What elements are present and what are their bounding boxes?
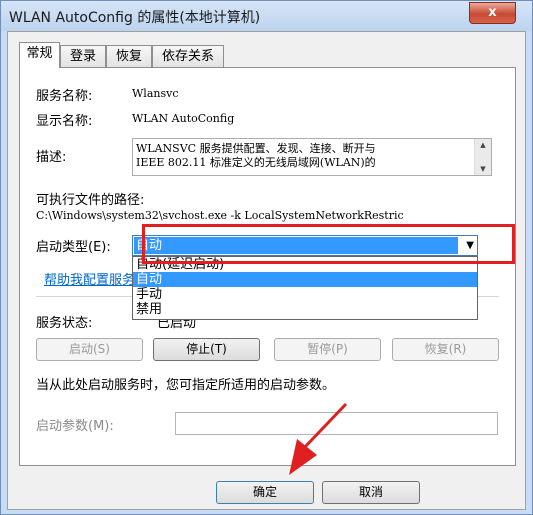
startup-type-label: 启动类型(E): [36, 240, 111, 255]
option-disabled[interactable]: 禁用 [133, 302, 477, 317]
highlight-box [142, 224, 515, 264]
exe-path-label: 可执行文件的路径: [36, 193, 145, 208]
startup-type-dropdown: 自动(延迟启动) 自动 手动 禁用 [132, 256, 478, 320]
window-title: WLAN AutoConfig 的属性(本地计算机) [9, 10, 261, 26]
service-status-label: 服务状态: [36, 316, 93, 331]
resume-button[interactable]: 恢复(R) [392, 338, 499, 361]
display-name-value: WLAN AutoConfig [132, 112, 235, 125]
tab-dependencies[interactable]: 依存关系 [152, 45, 224, 67]
option-manual[interactable]: 手动 [133, 287, 477, 302]
tab-general[interactable]: 常规 [19, 42, 60, 68]
ok-button[interactable]: 确定 [216, 481, 314, 504]
scroll-up-icon[interactable]: ▲ [475, 139, 491, 151]
startup-param-hint: 当从此处启动服务时，您可指定所适用的启动参数。 [36, 378, 336, 393]
startup-param-label: 启动参数(M): [36, 419, 114, 434]
exe-path-value: C:\Windows\system32\svchost.exe -k Local… [36, 209, 404, 222]
description-scrollbar[interactable]: ▲ ▼ [474, 139, 491, 175]
description-box[interactable]: WLANSVC 服务提供配置、发现、连接、断开与 IEEE 802.11 标准定… [132, 138, 492, 176]
cancel-button[interactable]: 取消 [322, 481, 420, 504]
display-name-label: 显示名称: [36, 114, 93, 129]
service-name-label: 服务名称: [36, 89, 93, 104]
pause-button[interactable]: 暂停(P) [274, 338, 381, 361]
stop-button[interactable]: 停止(T) [153, 338, 260, 361]
tab-logon[interactable]: 登录 [60, 45, 106, 67]
close-button[interactable]: x [469, 2, 516, 24]
title-bar[interactable]: WLAN AutoConfig 的属性(本地计算机) x [1, 1, 532, 31]
tab-recovery[interactable]: 恢复 [106, 45, 152, 67]
description-label: 描述: [36, 150, 67, 165]
properties-window: WLAN AutoConfig 的属性(本地计算机) x 常规 登录 恢复 依存… [0, 0, 533, 515]
arrow-pointer-icon [289, 402, 348, 475]
close-icon: x [488, 5, 497, 20]
scroll-down-icon[interactable]: ▼ [475, 163, 491, 175]
start-button[interactable]: 启动(S) [36, 338, 143, 361]
service-name-value: Wlansvc [132, 87, 179, 100]
description-text: WLANSVC 服务提供配置、发现、连接、断开与 IEEE 802.11 标准定… [136, 142, 376, 169]
option-auto[interactable]: 自动 [133, 272, 477, 287]
